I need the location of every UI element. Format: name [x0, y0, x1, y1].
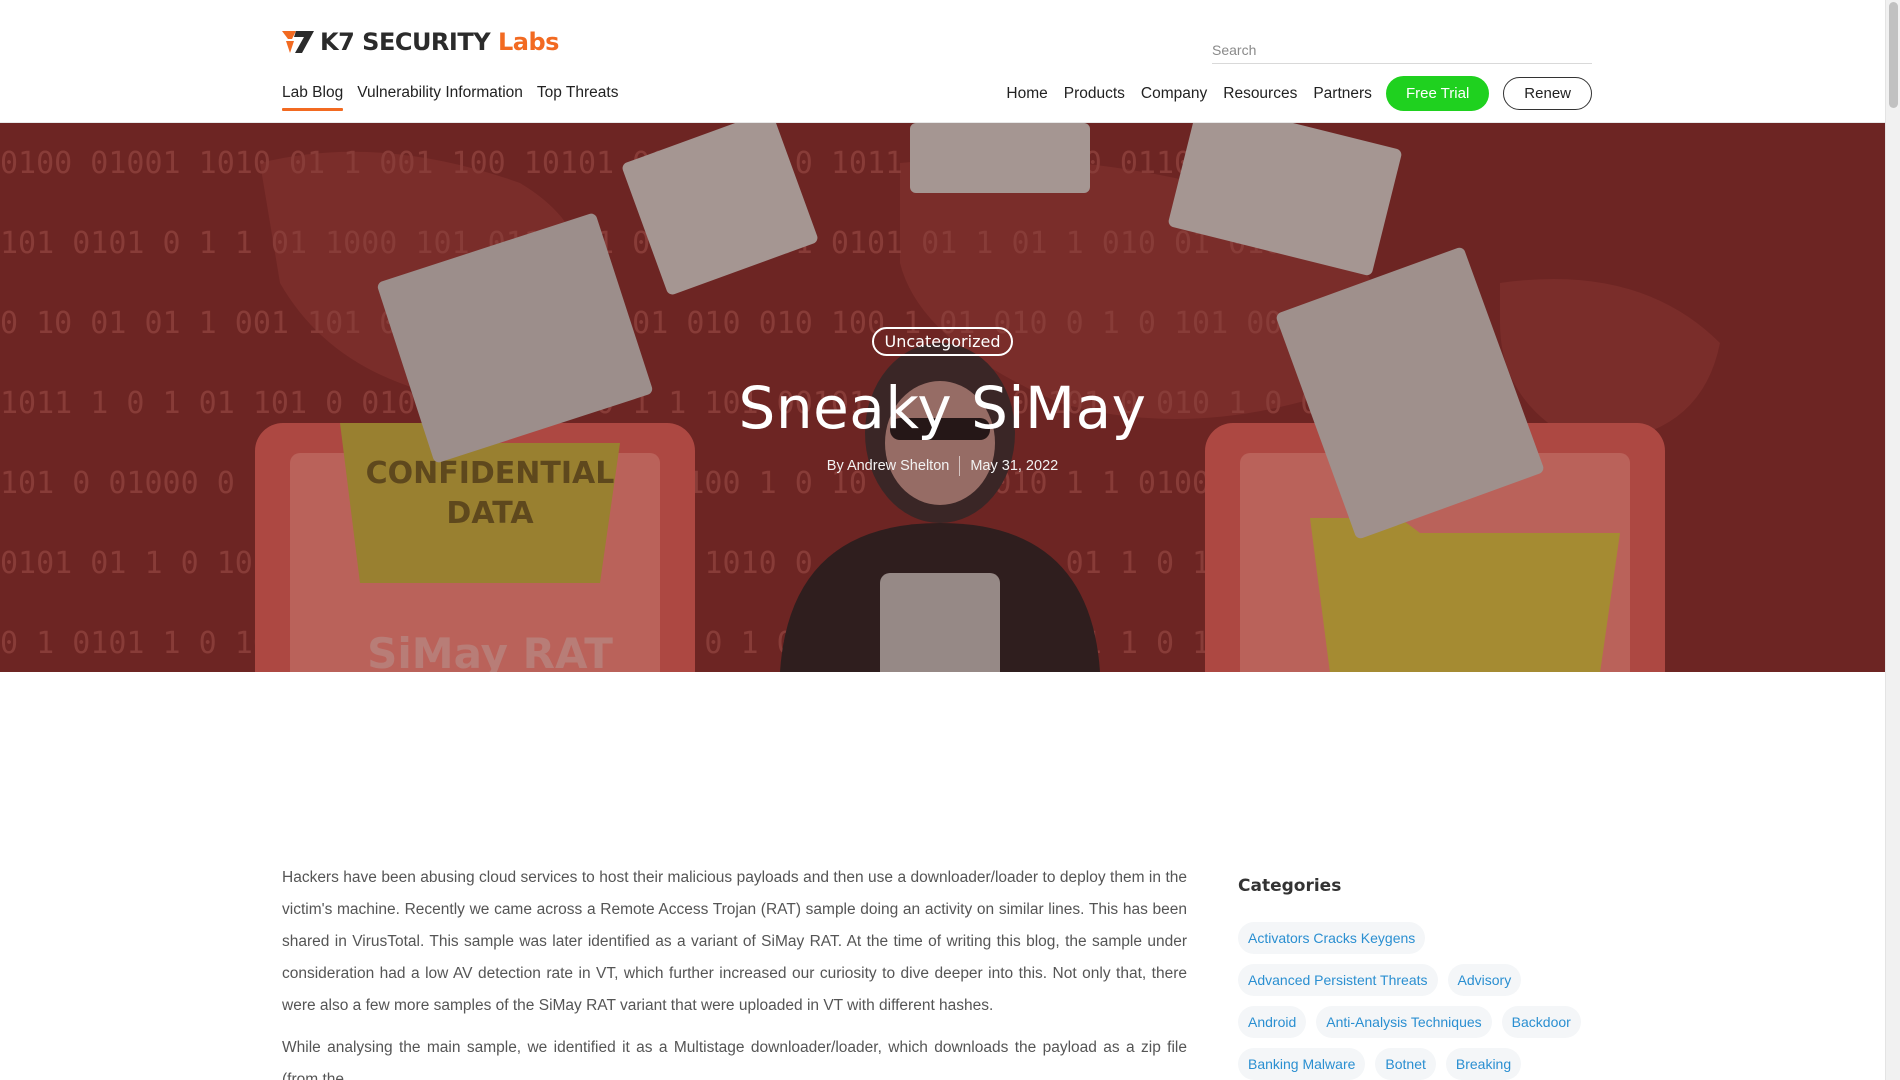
nav-company[interactable]: Company: [1141, 85, 1207, 103]
main-nav: Home Products Company Resources Partners…: [990, 76, 1592, 111]
category-tag[interactable]: Anti-Analysis Techniques: [1316, 1006, 1492, 1038]
meta-divider: [959, 456, 961, 476]
post-title: Sneaky SiMay: [738, 374, 1147, 442]
free-trial-button[interactable]: Free Trial: [1385, 76, 1490, 111]
category-tag[interactable]: Advanced Persistent Threats: [1238, 964, 1438, 996]
post-header: Uncategorized Sneaky SiMay By Andrew She…: [0, 327, 1885, 476]
nav-top-threats[interactable]: Top Threats: [537, 84, 619, 111]
logo-wordmark: K7 SECURITY Labs: [320, 28, 559, 56]
category-tag[interactable]: Botnet: [1375, 1048, 1436, 1080]
post-date: May 31, 2022: [970, 458, 1059, 474]
post-body: Hackers have been abusing cloud services…: [282, 862, 1187, 1080]
post-meta: By Andrew Shelton May 31, 2022: [0, 456, 1885, 476]
post-paragraph: While analysing the main sample, we iden…: [282, 1039, 1187, 1080]
page-scrollbar[interactable]: [1885, 0, 1900, 1080]
nav-resources[interactable]: Resources: [1223, 85, 1297, 103]
category-tag[interactable]: Android: [1238, 1006, 1307, 1038]
site-header: K7 SECURITY Labs Lab Blog Vulnerability …: [0, 0, 1885, 123]
post-paragraph: Hackers have been abusing cloud services…: [282, 869, 1187, 1014]
categories-title: Categories: [1238, 876, 1342, 896]
category-pill[interactable]: Uncategorized: [871, 327, 1014, 356]
nav-lab-blog[interactable]: Lab Blog: [282, 84, 344, 111]
category-tag[interactable]: Advisory: [1447, 964, 1522, 996]
category-tag[interactable]: Activators Cracks Keygens: [1238, 922, 1426, 954]
search-input[interactable]: [1212, 38, 1592, 62]
k7-logo-icon: [282, 31, 314, 53]
lab-nav: Lab Blog Vulnerability Information Top T…: [282, 84, 618, 111]
category-tag-list: Activators Cracks Keygens Advanced Persi…: [1238, 922, 1593, 1080]
category-tag[interactable]: Breaking: [1445, 1048, 1522, 1080]
scrollbar-thumb[interactable]: [1889, 2, 1898, 108]
category-tag[interactable]: Backdoor: [1501, 1006, 1581, 1038]
nav-home[interactable]: Home: [1006, 85, 1047, 103]
nav-vulnerability-information[interactable]: Vulnerability Information: [357, 84, 523, 111]
category-tag[interactable]: Banking Malware: [1238, 1048, 1366, 1080]
renew-button[interactable]: Renew: [1503, 77, 1592, 110]
k7-security-labs-logo[interactable]: K7 SECURITY Labs: [282, 28, 559, 56]
post-author[interactable]: By Andrew Shelton: [827, 458, 950, 474]
categories-widget: Categories Activators Cracks Keygens Adv…: [1238, 876, 1593, 1080]
search-field: [1212, 38, 1592, 64]
post-hero: 0100 01001 1010 01 1 001 100 10101 001 0…: [0, 123, 1885, 672]
nav-products[interactable]: Products: [1064, 85, 1125, 103]
nav-partners[interactable]: Partners: [1313, 85, 1372, 103]
